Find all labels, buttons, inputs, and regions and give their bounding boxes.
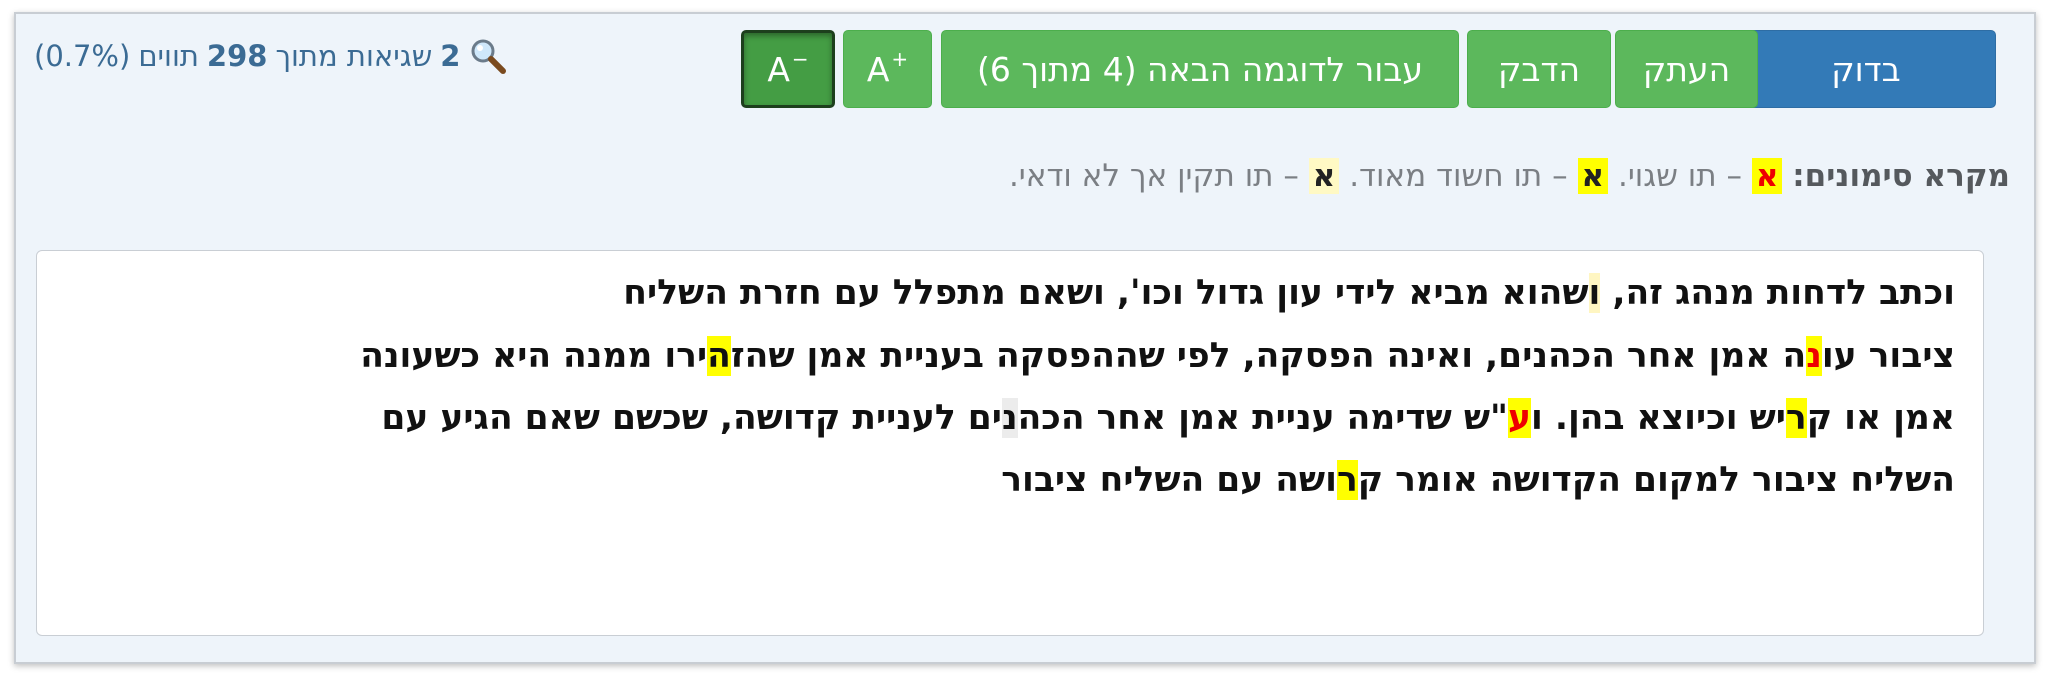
plus-sign: + <box>891 47 909 71</box>
total-chars: 298 <box>206 39 268 73</box>
text-segment: שהוא מביא לידי עון גדול וכו', ושאם מתפלל… <box>623 273 1589 313</box>
text-line-1: וכתב לדחות מנהג זה, ושהוא מביא לידי עון … <box>623 273 1955 313</box>
highlight-sus: ר <box>1785 398 1807 438</box>
highlight-gray: נ <box>1001 398 1018 438</box>
next-example-label: עבור לדוגמה הבאה (4 מתוך 6) <box>977 49 1423 89</box>
font-increase-button[interactable]: A + <box>843 30 932 108</box>
errors-label: שגיאות מתוך <box>275 39 433 73</box>
legend-dash: – <box>1552 158 1568 194</box>
suspect-description: תו חשוד מאוד. <box>1349 158 1543 194</box>
text-segment: "ש שדימה עניית אמן אחר הכה <box>1017 398 1508 438</box>
minus-sign: − <box>791 47 809 71</box>
text-segment: השליח ציבור למקום הקדושה אומר ק <box>1357 460 1955 500</box>
legend: מקרא סימונים: א – תו שגוי. א – תו חשוד מ… <box>1009 158 2010 194</box>
text-segment: אמן או ק <box>1806 398 1955 438</box>
legend-dash: – <box>1283 158 1299 194</box>
text-segment: ים לעניית קדושה, שכשם שאם הגיע עם <box>381 398 1002 438</box>
text-editor[interactable]: וכתב לדחות מנהג זה, ושהוא מביא לידי עון … <box>36 250 1984 636</box>
error-count: 2 <box>440 39 461 73</box>
uncertain-description: תו תקין אך לא ודאי. <box>1008 158 1274 194</box>
font-increase-label: A <box>866 49 890 89</box>
text-segment: ה אמן אחר הכהנים, ואינה הפסקה, לפי שההפס… <box>730 336 1807 376</box>
text-segment: יש וכיוצא בהן. ו <box>1530 398 1786 438</box>
highlight-err: נ <box>1806 336 1822 376</box>
highlight-err: ע <box>1508 398 1531 438</box>
text-line-4: השליח ציבור למקום הקדושה אומר קרושה עם ה… <box>1001 460 1955 500</box>
text-line-2: ציבור עונה אמן אחר הכהנים, ואינה הפסקה, … <box>360 336 1955 376</box>
text-segment: וכתב לדחות מנהג זה, <box>1600 273 1955 313</box>
font-decrease-button[interactable]: A − <box>741 30 835 108</box>
text-segment: ירו ממנה היא כשעונה <box>360 336 708 376</box>
copy-button[interactable]: העתק <box>1615 30 1758 108</box>
error-description: תו שגוי. <box>1617 158 1717 194</box>
error-stats: (0.7%) תווים 298 שגיאות מתוך 2 <box>34 36 508 76</box>
text-line-3: אמן או קריש וכיוצא בהן. וע"ש שדימה עניית… <box>381 398 1955 438</box>
legend-dash: – <box>1726 158 1742 194</box>
highlight-sus: ר <box>1336 460 1358 500</box>
next-example-button[interactable]: עבור לדוגמה הבאה (4 מתוך 6) <box>941 30 1459 108</box>
paste-button[interactable]: הדבק <box>1467 30 1611 108</box>
highlight-unc: ו <box>1588 273 1601 313</box>
copy-label: העתק <box>1642 49 1731 89</box>
percent-value: (0.7%) <box>34 39 131 73</box>
legend-title: מקרא סימונים: <box>1792 158 2010 194</box>
error-swatch: א <box>1751 158 1783 194</box>
paste-label: הדבק <box>1497 49 1581 89</box>
check-label: בדוק <box>1831 49 1901 89</box>
text-segment: ושה עם השליח ציבור <box>1001 460 1337 500</box>
chars-label: תווים <box>138 39 199 73</box>
highlight-sus: ה <box>707 336 731 376</box>
uncertain-swatch: א <box>1308 158 1340 194</box>
font-decrease-label: A <box>767 49 790 89</box>
magnifier-icon <box>468 36 508 76</box>
suspect-swatch: א <box>1577 158 1609 194</box>
text-segment: ציבור עו <box>1821 336 1955 376</box>
check-button[interactable]: בדוק <box>1736 30 1996 108</box>
